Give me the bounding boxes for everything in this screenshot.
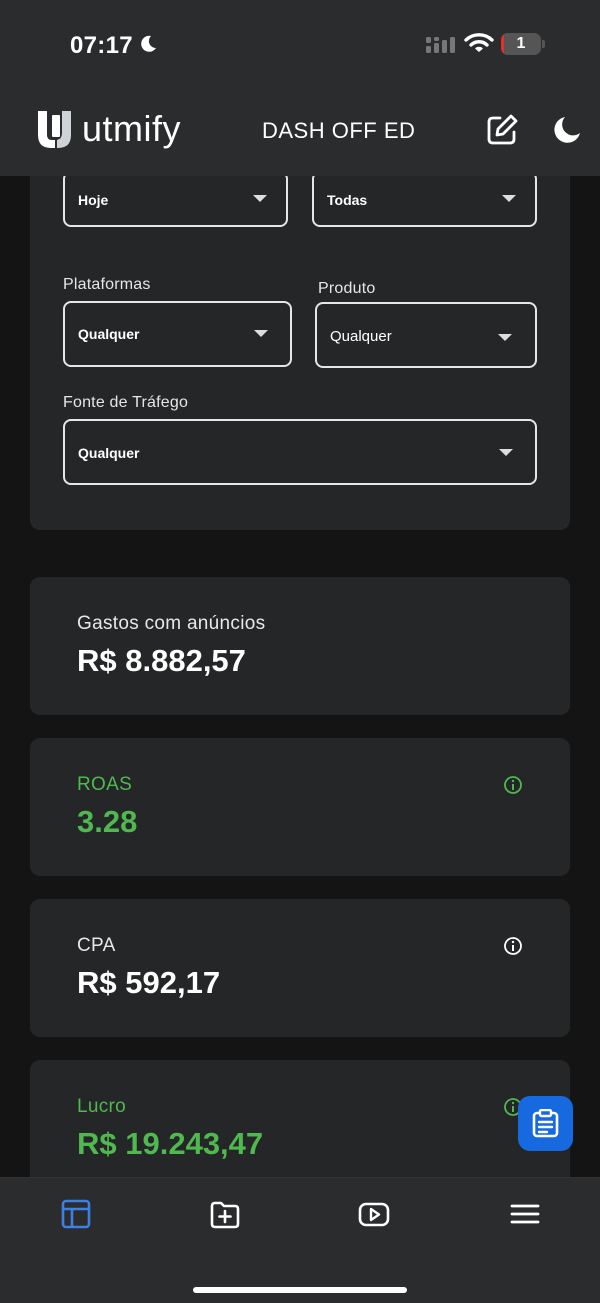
metric-card-cpa: CPA R$ 592,17 [30,899,570,1037]
theme-toggle-icon[interactable] [553,116,581,144]
utmify-logo [38,111,71,148]
metric-label: CPA [77,935,116,956]
info-icon[interactable] [503,775,523,795]
filter-panel: Hoje Todas Plataformas Qualquer Produto … [30,140,570,530]
info-icon[interactable] [503,936,523,956]
chevron-down-icon [502,195,516,202]
logo-text: utmify [82,108,182,149]
clipboard-button[interactable] [518,1096,573,1151]
platforms-select-value: Qualquer [78,326,140,342]
period-select-value: Hoje [78,192,109,208]
traffic-source-select-value: Qualquer [78,445,140,461]
video-icon[interactable] [358,1198,390,1230]
edit-icon[interactable] [484,112,520,148]
platforms-select[interactable]: Qualquer [63,301,292,367]
chevron-down-icon [498,334,512,341]
wifi-icon [464,33,494,52]
page-title: DASH OFF ED [262,118,416,143]
chevron-down-icon [499,449,513,456]
dashboard-icon[interactable] [60,1198,92,1230]
battery-icon: 1 [501,33,545,55]
bottom-navigation [0,1177,600,1303]
traffic-source-select[interactable]: Qualquer [63,419,537,485]
folder-add-icon[interactable] [209,1198,241,1230]
metric-value: R$ 592,17 [77,965,221,1000]
account-select[interactable]: Todas [312,171,537,227]
metric-label: Lucro [77,1096,127,1117]
metric-value: R$ 8.882,57 [77,643,246,678]
product-select-value: Qualquer [330,328,392,345]
moon-icon [141,35,156,52]
platforms-label: Plataformas [63,276,151,293]
signal-icon [426,37,455,53]
home-indicator[interactable] [193,1287,407,1293]
clipboard-icon [532,1109,559,1138]
metric-card-roas: ROAS 3.28 [30,738,570,876]
chevron-down-icon [253,195,267,202]
metric-value: 3.28 [77,804,138,839]
period-select[interactable]: Hoje [63,171,288,227]
product-select[interactable]: Qualquer [315,302,537,368]
battery-level: 1 [516,35,526,52]
metric-card-ad-spend: Gastos com anúncios R$ 8.882,57 [30,577,570,715]
status-time: 07:17 [70,32,133,59]
metric-label: ROAS [77,774,133,795]
product-label: Produto [318,280,376,297]
metric-value: R$ 19.243,47 [77,1126,264,1161]
account-select-value: Todas [327,192,368,208]
metric-label: Gastos com anúncios [77,613,266,634]
chevron-down-icon [254,330,268,337]
traffic-source-label: Fonte de Tráfego [63,394,189,411]
menu-icon[interactable] [509,1198,541,1230]
app-header: 07:17 1 utmify DASH OFF ED [0,0,600,176]
